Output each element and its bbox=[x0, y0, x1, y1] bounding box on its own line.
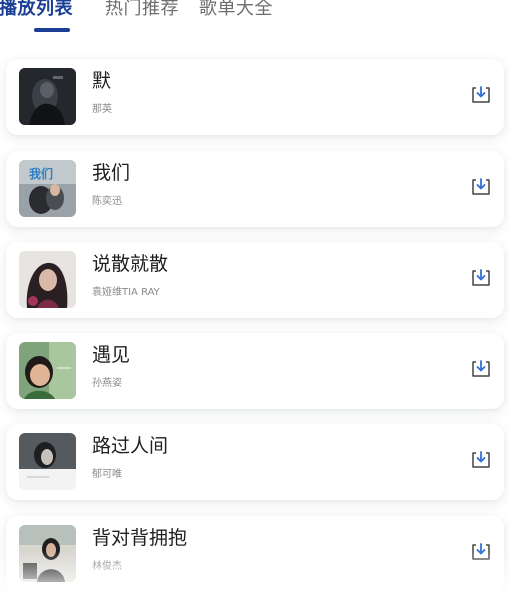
download-icon[interactable] bbox=[470, 449, 492, 471]
song-artist: 袁娅维TIA RAY bbox=[92, 287, 160, 298]
song-card[interactable]: 默 那英 bbox=[6, 59, 504, 135]
song-title: 背对背拥抱 bbox=[92, 527, 188, 549]
album-cover bbox=[19, 68, 76, 125]
album-cover: 我们 bbox=[19, 160, 76, 217]
album-cover bbox=[19, 251, 76, 308]
song-artist: 孙燕姿 bbox=[92, 378, 122, 389]
song-card[interactable]: 说散就散 袁娅维TIA RAY bbox=[6, 242, 504, 318]
song-card[interactable]: 路过人间 郁可唯 bbox=[6, 424, 504, 500]
song-artist: 那英 bbox=[92, 104, 112, 115]
song-artist: 林俊杰 bbox=[92, 561, 122, 572]
song-title: 我们 bbox=[92, 162, 131, 184]
album-cover bbox=[19, 342, 76, 399]
song-title: 默 bbox=[92, 70, 112, 92]
song-artist: 陈奕迅 bbox=[92, 196, 122, 207]
song-list: 默 那英 我们 我们 陈奕迅 说散就散 袁娅维TIA RAY 遇见 孙燕姿 路过… bbox=[0, 0, 509, 591]
download-icon[interactable] bbox=[470, 84, 492, 106]
song-card[interactable]: 遇见 孙燕姿 bbox=[6, 333, 504, 409]
song-title: 遇见 bbox=[92, 344, 131, 366]
album-cover bbox=[19, 525, 76, 582]
download-icon[interactable] bbox=[470, 267, 492, 289]
download-icon[interactable] bbox=[470, 358, 492, 380]
download-icon[interactable] bbox=[470, 176, 492, 198]
album-cover bbox=[19, 433, 76, 490]
song-artist: 郁可唯 bbox=[92, 469, 122, 480]
song-card[interactable]: 背对背拥抱 林俊杰 bbox=[6, 516, 504, 591]
song-title: 路过人间 bbox=[92, 435, 169, 457]
song-card[interactable]: 我们 我们 陈奕迅 bbox=[6, 151, 504, 227]
svg-text:我们: 我们 bbox=[29, 166, 53, 181]
song-title: 说散就散 bbox=[92, 253, 169, 275]
download-icon[interactable] bbox=[470, 541, 492, 563]
